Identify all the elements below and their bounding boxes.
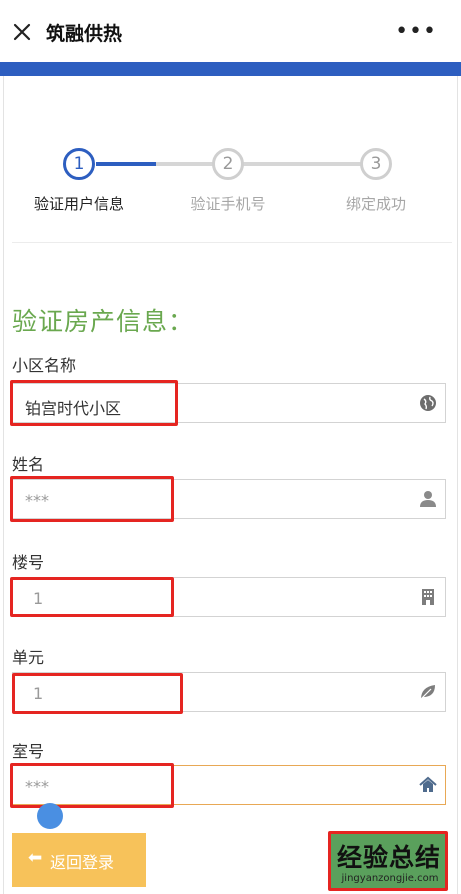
building-icon bbox=[422, 589, 434, 605]
step-2-label: 验证手机号 bbox=[190, 195, 266, 213]
room-value: *** bbox=[25, 777, 49, 796]
step-2-circle: 2 bbox=[212, 148, 244, 180]
back-to-login-button[interactable]: ⬅ 返回登录 bbox=[12, 833, 146, 887]
divider bbox=[12, 242, 452, 243]
section-heading: 验证房产信息： bbox=[12, 307, 195, 336]
title-bar: 筑融供热 ••• bbox=[0, 0, 461, 62]
watermark-text: 经验总结 bbox=[336, 843, 441, 872]
unit-label: 单元 bbox=[12, 648, 45, 667]
room-label: 室号 bbox=[12, 742, 45, 761]
step-3-label: 绑定成功 bbox=[345, 195, 406, 213]
arrow-left-icon: ⬅ bbox=[28, 848, 43, 868]
app-title: 筑融供热 bbox=[46, 23, 123, 45]
community-value: 铂宫时代小区 bbox=[25, 399, 122, 418]
user-icon bbox=[420, 491, 436, 507]
room-field[interactable]: *** bbox=[12, 765, 446, 805]
step-1-label: 验证用户信息 bbox=[33, 195, 124, 213]
name-field[interactable]: *** bbox=[12, 479, 446, 519]
close-icon[interactable] bbox=[12, 22, 32, 42]
community-label: 小区名称 bbox=[12, 356, 77, 375]
unit-value: 1 bbox=[33, 684, 44, 703]
step-track bbox=[156, 162, 214, 166]
step-track bbox=[242, 162, 362, 166]
watermark-url: jingyanzongjie.com bbox=[341, 873, 439, 884]
building-value: 1 bbox=[33, 589, 44, 608]
building-field[interactable]: 1 bbox=[12, 577, 446, 617]
unit-field[interactable]: 1 bbox=[12, 672, 446, 712]
community-field[interactable]: 铂宫时代小区 bbox=[12, 383, 446, 423]
step-3-circle: 3 bbox=[360, 148, 392, 180]
floating-dot[interactable] bbox=[37, 803, 63, 829]
name-label: 姓名 bbox=[12, 455, 45, 474]
step-1-circle: 1 bbox=[63, 148, 95, 180]
more-menu-button[interactable]: ••• bbox=[395, 21, 437, 43]
back-to-login-label: 返回登录 bbox=[50, 853, 115, 872]
leaf-icon bbox=[420, 685, 435, 700]
progress-steps: 1 2 3 验证用户信息 验证手机号 绑定成功 bbox=[0, 140, 461, 230]
building-label: 楼号 bbox=[12, 553, 45, 572]
globe-icon bbox=[420, 395, 436, 411]
brand-bar bbox=[0, 62, 461, 76]
home-icon bbox=[419, 776, 437, 792]
step-track-done bbox=[96, 162, 156, 166]
name-value: *** bbox=[25, 491, 49, 510]
